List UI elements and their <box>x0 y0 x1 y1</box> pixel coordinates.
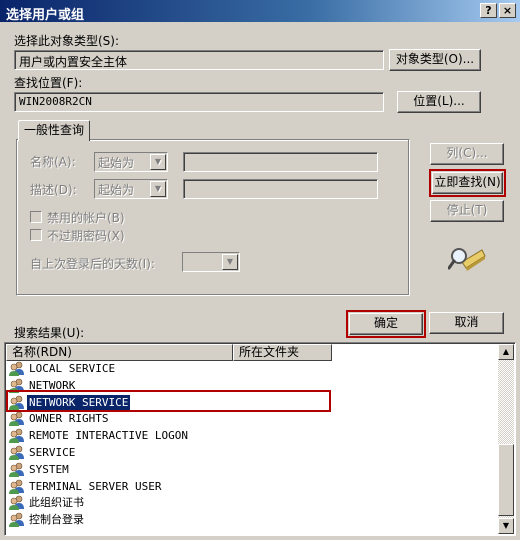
result-row[interactable]: LOCAL SERVICE <box>9 360 117 377</box>
search-icon <box>448 248 486 271</box>
name-mode-value: 起始为 <box>98 156 135 170</box>
ok-button[interactable]: 确定 <box>346 310 426 338</box>
scroll-down-button[interactable]: ▼ <box>498 518 514 534</box>
result-row-name: SYSTEM <box>29 462 69 476</box>
result-row[interactable]: TERMINAL SERVER USER <box>9 478 163 495</box>
column-header-name[interactable]: 名称(RDN) <box>6 344 233 361</box>
result-row[interactable]: REMOTE INTERACTIVE LOGON <box>9 427 190 444</box>
user-group-icon <box>9 479 24 494</box>
user-group-icon <box>9 361 24 376</box>
result-row-name: REMOTE INTERACTIVE LOGON <box>29 429 188 443</box>
chevron-down-icon: ▼ <box>222 254 238 270</box>
close-button[interactable]: × <box>499 3 516 18</box>
result-row[interactable]: SYSTEM <box>9 461 71 478</box>
find-now-button[interactable]: 立即查找(N) <box>429 169 506 197</box>
name-label: 名称(A): <box>30 155 76 169</box>
result-row[interactable]: NETWORK <box>9 377 77 394</box>
result-row-name: 此组织证书 <box>29 496 84 510</box>
no-expire-password-label: 不过期密码(X) <box>47 229 125 243</box>
result-row[interactable]: 控制台登录 <box>9 511 86 528</box>
vertical-scrollbar[interactable]: ▲ ▼ <box>498 344 514 534</box>
title-bar[interactable]: 选择用户或组 <box>0 0 520 23</box>
chevron-down-icon: ▼ <box>150 154 166 170</box>
days-since-login-label: 自上次登录后的天数(I): <box>30 257 155 271</box>
user-group-icon <box>9 428 24 444</box>
cancel-button[interactable]: 取消 <box>429 312 504 334</box>
disabled-accounts-label: 禁用的帐户(B) <box>47 211 125 225</box>
result-row[interactable]: NETWORK SERVICE <box>9 394 331 411</box>
result-row-name: SERVICE <box>29 446 76 459</box>
days-since-login-select[interactable]: ▼ <box>182 252 240 272</box>
result-row-name: TERMINAL SERVER USER <box>29 479 162 493</box>
stop-button[interactable]: 停止(T) <box>430 200 504 222</box>
scroll-thumb[interactable] <box>498 444 514 516</box>
user-group-icon <box>9 395 24 410</box>
user-group-icon <box>9 445 24 460</box>
location-field: WIN2008R2CN <box>14 92 384 112</box>
result-row-name: 控制台登录 <box>29 513 84 527</box>
location-label: 查找位置(F): <box>14 76 83 90</box>
result-row-name: NETWORK SERVICE <box>27 394 131 410</box>
object-type-field: 用户或内置安全主体 <box>14 50 384 70</box>
result-row[interactable]: OWNER RIGHTS <box>9 410 110 427</box>
locations-button[interactable]: 位置(L)... <box>397 91 481 113</box>
description-mode-select[interactable]: 起始为 ▼ <box>94 179 168 199</box>
name-input[interactable] <box>183 152 378 172</box>
result-row-name: LOCAL SERVICE <box>29 362 116 375</box>
search-results-list[interactable]: 名称(RDN) 所在文件夹 LOCAL SERVICE NETWORK NETWOR… <box>4 342 516 536</box>
result-row[interactable]: 此组织证书 <box>9 494 86 511</box>
description-mode-value: 起始为 <box>98 183 135 197</box>
search-results-label: 搜索结果(U): <box>14 326 85 340</box>
scroll-up-button[interactable]: ▲ <box>498 344 514 360</box>
help-button[interactable]: ? <box>480 3 497 18</box>
result-row[interactable]: SERVICE <box>9 444 77 461</box>
user-group-icon <box>9 496 24 511</box>
chevron-down-icon: ▼ <box>150 181 166 197</box>
user-group-icon <box>9 412 24 427</box>
description-input[interactable] <box>183 179 378 199</box>
result-row-name: NETWORK <box>29 378 76 392</box>
column-header-folder[interactable]: 所在文件夹 <box>233 344 332 361</box>
columns-button[interactable]: 列(C)... <box>430 143 504 165</box>
user-group-icon <box>9 512 24 528</box>
description-label: 描述(D): <box>30 183 77 197</box>
user-group-icon <box>9 462 24 477</box>
window-title: 选择用户或组 <box>6 8 85 23</box>
object-type-label: 选择此对象类型(S): <box>14 34 120 48</box>
tab-general-query[interactable]: 一般性查询 <box>18 120 90 141</box>
no-expire-password-checkbox[interactable] <box>30 229 42 241</box>
result-row-name: OWNER RIGHTS <box>29 412 109 426</box>
disabled-accounts-checkbox[interactable] <box>30 211 42 223</box>
user-group-icon <box>9 378 24 393</box>
object-types-button[interactable]: 对象类型(O)... <box>389 49 481 71</box>
name-mode-select[interactable]: 起始为 ▼ <box>94 152 168 172</box>
